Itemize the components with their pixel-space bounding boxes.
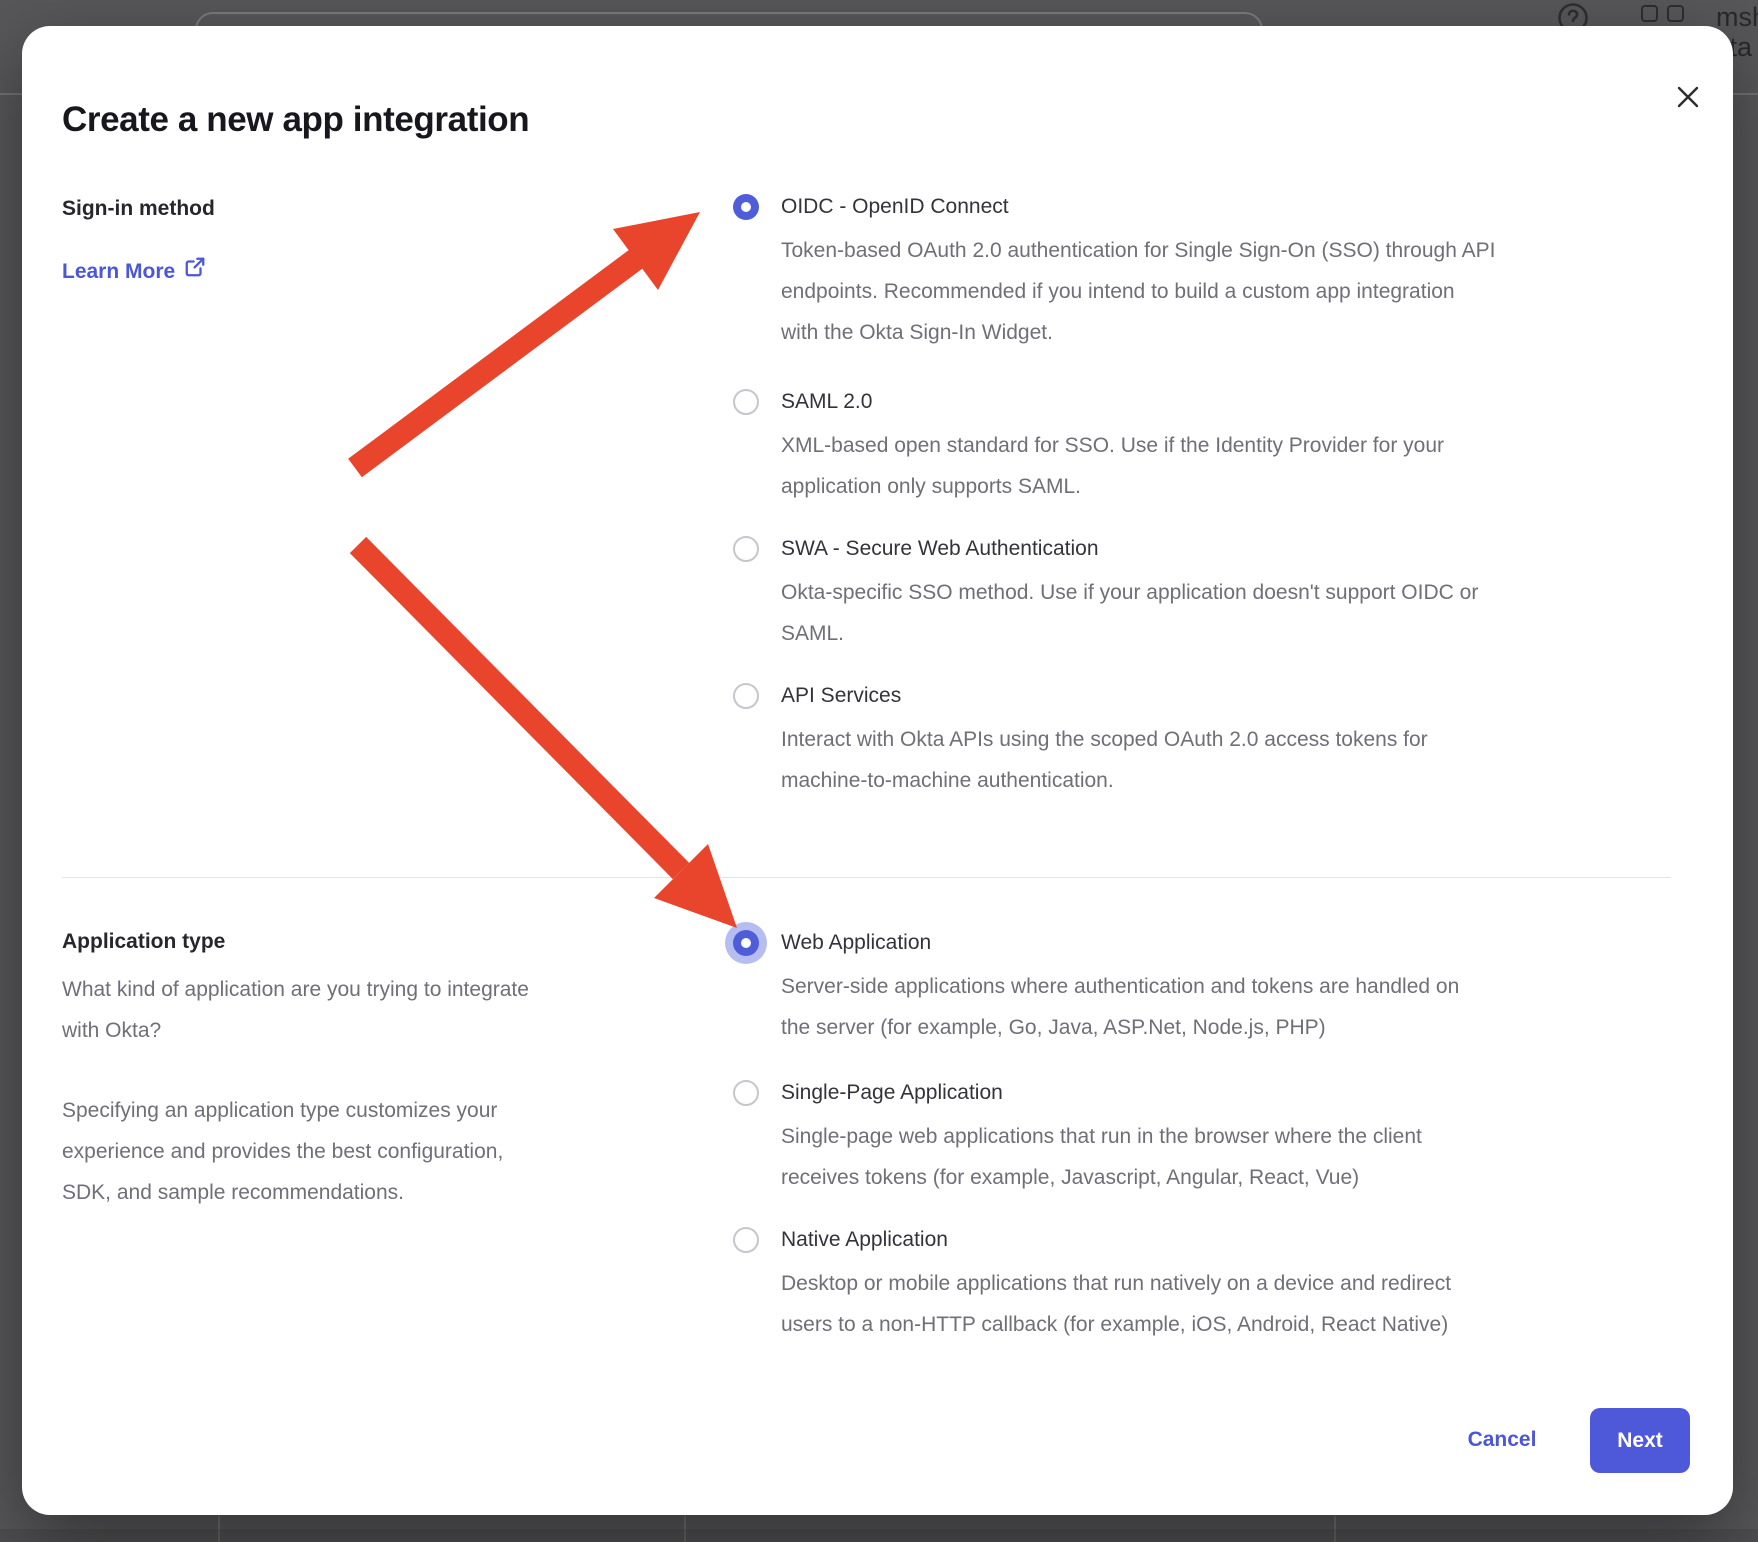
option-swa[interactable]: SWA - Secure Web Authentication Okta-spe… <box>733 534 1593 654</box>
learn-more-label: Learn More <box>62 257 175 287</box>
option-description-api-services: Interact with Okta APIs using the scoped… <box>781 719 1593 801</box>
option-label-single-page-application[interactable]: Single-Page Application <box>781 1078 1593 1108</box>
option-web-application[interactable]: Web Application Server-side applications… <box>733 928 1593 1048</box>
radio-api-services[interactable] <box>733 683 759 709</box>
radio-oidc-selected[interactable] <box>733 194 759 220</box>
application-type-help-text: Specifying an application type customize… <box>62 1090 662 1213</box>
external-link-icon <box>184 256 206 287</box>
option-description-saml: XML-based open standard for SSO. Use if … <box>781 425 1593 507</box>
next-button[interactable]: Next <box>1590 1408 1690 1473</box>
radio-single-page-application[interactable] <box>733 1080 759 1106</box>
option-description-oidc: Token-based OAuth 2.0 authentication for… <box>781 230 1593 353</box>
option-api-services[interactable]: API Services Interact with Okta APIs usi… <box>733 681 1593 801</box>
background-footer-band <box>0 1529 1758 1542</box>
dialog-title: Create a new app integration <box>62 100 529 140</box>
page: msh kta Create a new app integration Sig… <box>0 0 1758 1542</box>
option-label-native-application[interactable]: Native Application <box>781 1225 1593 1255</box>
close-button[interactable] <box>1660 70 1716 126</box>
close-icon <box>1674 83 1702 114</box>
option-oidc[interactable]: OIDC - OpenID Connect Token-based OAuth … <box>733 192 1593 353</box>
radio-native-application[interactable] <box>733 1227 759 1253</box>
option-label-oidc[interactable]: OIDC - OpenID Connect <box>781 192 1593 222</box>
option-description-swa: Okta-specific SSO method. Use if your ap… <box>781 572 1593 654</box>
option-saml[interactable]: SAML 2.0 XML-based open standard for SSO… <box>733 387 1593 507</box>
radio-saml[interactable] <box>733 389 759 415</box>
option-label-web-application[interactable]: Web Application <box>781 928 1593 958</box>
option-label-api-services[interactable]: API Services <box>781 681 1593 711</box>
option-description-native-application: Desktop or mobile applications that run … <box>781 1263 1593 1345</box>
option-native-application[interactable]: Native Application Desktop or mobile app… <box>733 1225 1593 1345</box>
section-heading-sign-in-method: Sign-in method <box>62 194 215 224</box>
option-label-saml[interactable]: SAML 2.0 <box>781 387 1593 417</box>
section-divider <box>62 877 1671 878</box>
option-description-web-application: Server-side applications where authentic… <box>781 966 1593 1048</box>
option-single-page-application[interactable]: Single-Page Application Single-page web … <box>733 1078 1593 1198</box>
cancel-button[interactable]: Cancel <box>1460 1425 1544 1455</box>
radio-web-application-selected[interactable] <box>733 930 759 956</box>
option-label-swa[interactable]: SWA - Secure Web Authentication <box>781 534 1593 564</box>
apps-grid-icon <box>1641 5 1687 27</box>
application-type-question-text: What kind of application are you trying … <box>62 969 662 1051</box>
create-app-integration-dialog: Create a new app integration Sign-in met… <box>22 26 1733 1515</box>
section-heading-application-type: Application type <box>62 927 225 957</box>
background-username-line1: msh <box>1716 2 1758 32</box>
learn-more-link[interactable]: Learn More <box>62 256 206 287</box>
option-description-single-page-application: Single-page web applications that run in… <box>781 1116 1593 1198</box>
radio-swa[interactable] <box>733 536 759 562</box>
